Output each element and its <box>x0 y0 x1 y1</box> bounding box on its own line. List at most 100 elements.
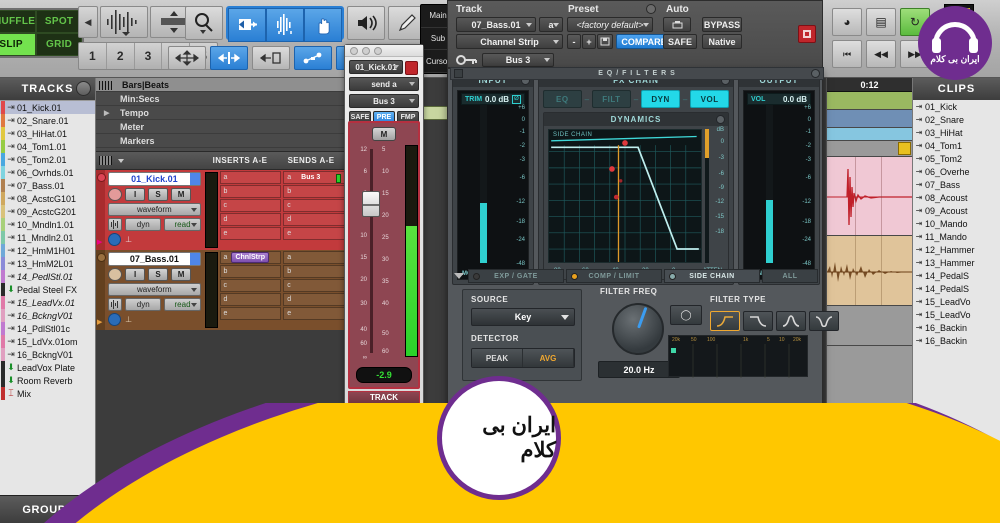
track-list-item[interactable]: ⇥ 14_PdlStl01c <box>0 322 95 335</box>
automation-button[interactable] <box>663 17 691 32</box>
close-icon[interactable] <box>350 46 358 55</box>
send-slot-a-bass[interactable]: a <box>283 251 345 264</box>
zoomer-tool[interactable] <box>185 6 223 40</box>
automation-mode-selector-bass[interactable]: read <box>164 298 201 311</box>
fader-track[interactable] <box>370 149 373 353</box>
insert-slot-b-bass[interactable]: b <box>219 265 282 278</box>
tabs-menu-icon[interactable] <box>452 269 466 283</box>
send-slot-b[interactable]: b <box>283 185 345 198</box>
column-sends[interactable]: SENDS A-E <box>276 152 346 169</box>
eq-filters-footer[interactable]: E Q / F I L T E R S <box>450 67 824 80</box>
mode-spot[interactable]: SPOT <box>36 10 82 33</box>
plugin-selector[interactable]: Channel Strip <box>456 34 563 49</box>
clip-list-item[interactable]: ⇥ 14_PedalS <box>913 282 1000 295</box>
track-list-item[interactable]: ⇥ 12_HmM1H01 <box>0 244 95 257</box>
track-list-item[interactable]: ⇥ 16_BckngV01 <box>0 309 95 322</box>
grabber-tool[interactable] <box>304 8 342 42</box>
clip-list-item[interactable]: ⇥ 03_HiHat <box>913 126 1000 139</box>
notch-icon-button[interactable] <box>809 311 839 331</box>
rewind-button[interactable]: ◀◀ <box>866 40 896 68</box>
mirror-midi-button[interactable] <box>294 46 332 70</box>
source-selector[interactable]: Key <box>471 308 575 326</box>
clip-list-item[interactable]: ⇥ 05_Tom2 <box>913 152 1000 165</box>
track-list-item[interactable]: ⇥ 04_Tom1.01 <box>0 140 95 153</box>
fx-eq-button[interactable]: EQ <box>543 90 582 108</box>
insert-slot-b[interactable]: b <box>219 185 282 198</box>
insert-slot-e[interactable]: e <box>219 227 282 240</box>
clip-list-item[interactable]: ⇥ 08_Acoust <box>913 191 1000 204</box>
eq-filters-settings-icon[interactable] <box>811 69 820 78</box>
tracks-list[interactable]: ⇥ 01_Kick.01 ⇥ 02_Snare.01 ⇥ 03_HiHat.01 ⇥ 04_T… <box>0 100 95 523</box>
clip-list-item[interactable]: ⇥ 01_Kick <box>913 100 1000 113</box>
track-list-item[interactable]: ⬇ Pedal Steel FX <box>0 283 95 296</box>
clip-list-item[interactable]: ⇥ 12_Hammer <box>913 243 1000 256</box>
link-track-edit-button[interactable] <box>252 46 290 70</box>
track-name-dropdown-icon[interactable] <box>189 173 200 185</box>
filter-freq-knob[interactable] <box>612 303 664 355</box>
dynamics-graph[interactable]: SIDE CHAIN <box>548 129 702 263</box>
ruler-bars-beats[interactable]: Bars|Beats <box>96 78 346 92</box>
tab-all[interactable]: ALL <box>762 269 818 283</box>
fx-vol-button[interactable]: VOL <box>690 90 729 108</box>
detector-selector[interactable]: PEAK AVG <box>471 348 575 368</box>
channel-strip-bus-selector[interactable]: Bus 3 <box>349 94 419 108</box>
clip-list-item[interactable]: ⇥ 07_Bass <box>913 178 1000 191</box>
track-selector[interactable]: 07_Bass.01 <box>456 17 536 32</box>
automation-mode-selector[interactable]: read <box>164 218 201 231</box>
mem-2[interactable]: 2 <box>107 43 135 69</box>
preset-selector[interactable]: <factory default> <box>567 17 653 32</box>
clip-list-item[interactable]: ⇥ 06_Overhe <box>913 165 1000 178</box>
fx-dyn-button[interactable]: DYN <box>641 90 680 108</box>
low-pass-icon-button[interactable] <box>743 311 773 331</box>
timebase-icon[interactable] <box>108 233 122 246</box>
tab-exp-gate[interactable]: EXP / GATE <box>468 269 564 283</box>
side-chain-eq-graph[interactable]: 20k 50 100 1k 5 10 20k <box>668 335 808 378</box>
solo-button-bass[interactable]: S <box>148 268 169 281</box>
native-button[interactable]: Native <box>702 34 742 49</box>
track-name-field[interactable]: 01_Kick.01 <box>108 172 201 186</box>
ruler-tempo[interactable]: ▶ Tempo <box>96 106 346 120</box>
band-pass-icon-button[interactable] <box>776 311 806 331</box>
timeline-lane-4[interactable] <box>827 141 912 157</box>
clip-list-item[interactable]: ⇥ 10_Mando <box>913 217 1000 230</box>
channel-strip-target-button[interactable] <box>405 61 418 75</box>
send-level-value[interactable]: -2.9 <box>356 367 412 383</box>
insert-slot-d[interactable]: d <box>219 213 282 226</box>
clip-list-item[interactable]: ⇥ 15_LeadVo <box>913 295 1000 308</box>
clip-list-item[interactable]: ⇥ 14_PedalS <box>913 269 1000 282</box>
channel-strip-track-selector[interactable]: 01_Kick.01 <box>349 60 418 75</box>
timeline-lane-3[interactable] <box>827 128 912 141</box>
clip-list-item[interactable]: ⇥ 11_Mando <box>913 230 1000 243</box>
insert-slot-d-bass[interactable]: d <box>219 293 282 306</box>
mute-button-bass[interactable]: M <box>171 268 192 281</box>
column-inserts[interactable]: INSERTS A-E <box>204 152 276 169</box>
record-enable-button[interactable] <box>108 188 123 201</box>
send-slot-c[interactable]: c <box>283 199 345 212</box>
link-timeline-edit-button[interactable] <box>210 46 248 70</box>
send-slot-b-bass[interactable]: b <box>283 265 345 278</box>
timeline-lane-empty[interactable] <box>827 306 912 346</box>
track-view-mode-bass[interactable]: waveform <box>108 283 201 296</box>
clip-gain-icon[interactable] <box>898 142 911 155</box>
track-name-dropdown-icon-bass[interactable] <box>189 253 200 265</box>
timeline-lane-kick[interactable] <box>827 157 912 236</box>
clip-list-item[interactable]: ⇥ 04_Tom1 <box>913 139 1000 152</box>
edit-mode-selector[interactable]: SHUFFLE SPOT SLIP GRID <box>0 8 84 58</box>
clip-list-item[interactable]: ⇥ 02_Snare <box>913 113 1000 126</box>
channel-strip-send-selector[interactable]: send a <box>349 77 419 91</box>
zoom-prev-button[interactable]: ◀ <box>78 6 98 38</box>
send-slot-c-bass[interactable]: c <box>283 279 345 292</box>
tab-comp-limit[interactable]: COMP / LIMIT <box>566 269 662 283</box>
preset-save-button[interactable] <box>597 34 613 49</box>
insert-plugin-chip[interactable]: ChnlStrp <box>231 252 270 263</box>
timeline-lane-bass[interactable] <box>827 236 912 306</box>
clip-list-item[interactable]: ⇥ 09_Acoust <box>913 204 1000 217</box>
track-list-item[interactable]: ⇥ 11_Mndln2.01 <box>0 231 95 244</box>
tracks-menu-icon[interactable] <box>76 81 91 96</box>
dynamics-selector-bass[interactable]: dyn <box>125 298 162 311</box>
timeline-lane-2[interactable] <box>827 110 912 128</box>
trim-tool[interactable] <box>228 8 266 42</box>
insert-slot-c-bass[interactable]: c <box>219 279 282 292</box>
track-play-icon-bass[interactable]: ▶ <box>97 318 102 326</box>
record-enable-button-bass[interactable] <box>108 268 123 281</box>
